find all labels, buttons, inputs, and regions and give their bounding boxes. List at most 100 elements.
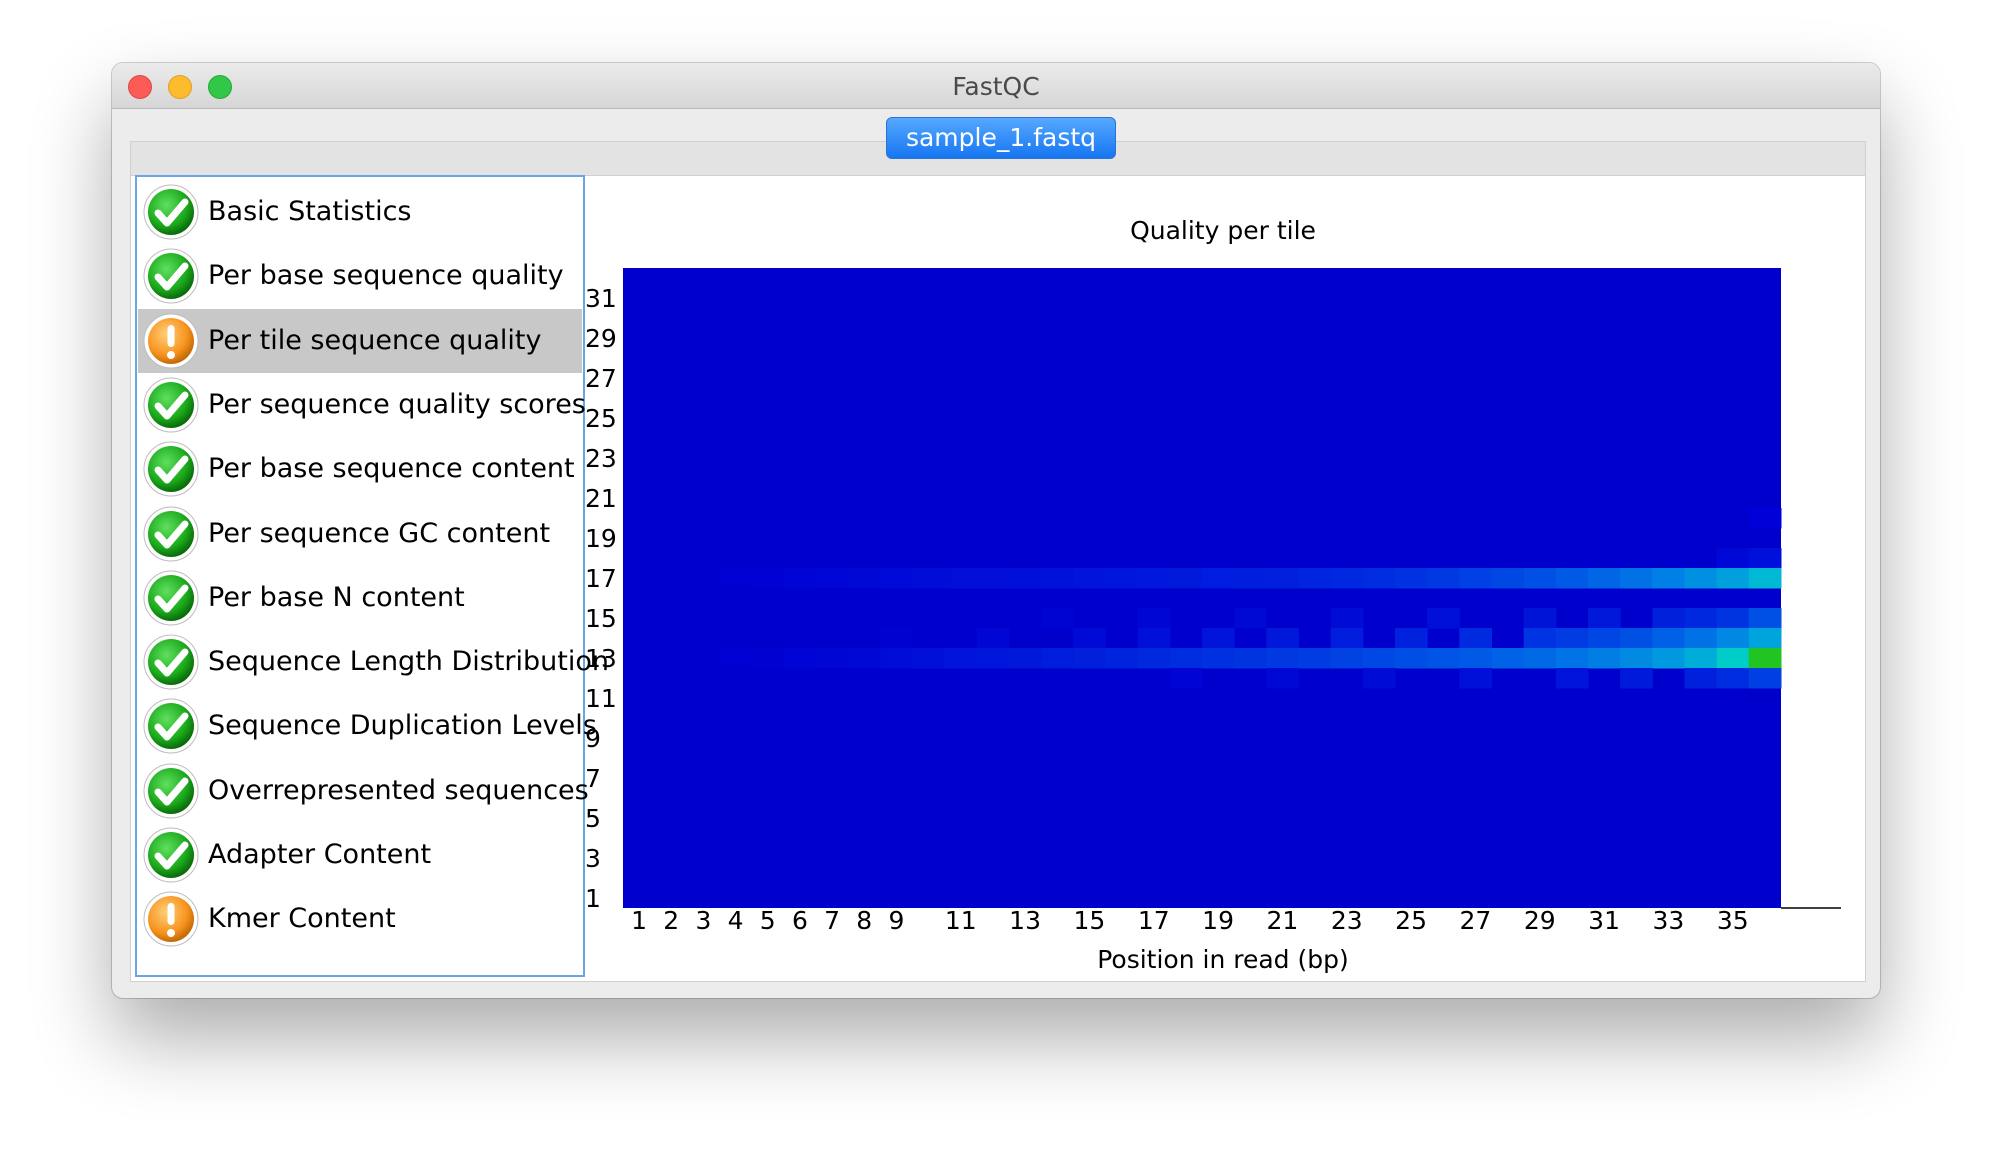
heatmap-cell	[1716, 568, 1750, 589]
check-circle-icon	[142, 826, 200, 884]
heatmap-cell	[848, 568, 881, 589]
heatmap-cell	[1073, 628, 1106, 649]
x-tick-label: 33	[1653, 906, 1685, 935]
heatmap-cell	[1716, 628, 1750, 649]
x-tick-label: 4	[728, 906, 744, 935]
heatmap-cell	[1620, 568, 1653, 589]
module-item[interactable]: Sequence Length Distribution	[138, 630, 609, 694]
heatmap-cell	[1620, 628, 1653, 649]
heatmap-cell	[1588, 628, 1621, 649]
heatmap-cell	[1041, 608, 1074, 629]
heatmap-cell	[912, 648, 946, 669]
module-item[interactable]: Per base sequence content	[138, 437, 582, 501]
window-title: FastQC	[952, 72, 1040, 101]
heatmap-cell	[1266, 668, 1299, 689]
y-tick-label: 5	[585, 804, 601, 833]
heatmap-cell	[1427, 568, 1460, 589]
x-tick-label: 11	[945, 906, 977, 935]
heatmap-cell	[1555, 668, 1589, 689]
heatmap-cell	[1298, 568, 1332, 589]
heatmap-cell	[1234, 568, 1267, 589]
heatmap-cell	[1523, 568, 1557, 589]
heatmap-cell	[1234, 648, 1267, 669]
heatmap-cell	[1009, 568, 1042, 589]
module-item[interactable]: Per sequence GC content	[138, 502, 582, 566]
heatmap-cell	[1748, 568, 1782, 589]
heatmap-cell	[1459, 628, 1492, 649]
module-label: Sequence Length Distribution	[208, 646, 609, 678]
heatmap-cell	[1137, 628, 1171, 649]
heatmap-cell	[1137, 568, 1171, 589]
x-tick-label: 9	[888, 906, 904, 935]
module-item[interactable]: Per sequence quality scores	[138, 373, 586, 437]
x-tick-label: 8	[856, 906, 872, 935]
y-tick-label: 17	[585, 564, 617, 593]
heatmap-cell	[1523, 648, 1557, 669]
module-item[interactable]: Per base sequence quality	[138, 244, 582, 308]
heatmap-cell	[912, 568, 946, 589]
module-item[interactable]: Overrepresented sequences	[138, 759, 589, 823]
heatmap-cell	[1748, 648, 1782, 669]
module-label: Sequence Duplication Levels	[208, 710, 597, 742]
module-item[interactable]: Adapter Content	[138, 823, 582, 887]
module-item[interactable]: Kmer Content	[138, 887, 582, 951]
title-bar[interactable]: FastQC	[112, 63, 1880, 109]
heatmap-cell	[1748, 508, 1782, 529]
heatmap-cell	[1491, 648, 1525, 669]
heatmap-cell	[1748, 668, 1782, 689]
module-item[interactable]: Per base N content	[138, 566, 582, 630]
heatmap-cell	[880, 628, 913, 649]
heatmap-cell	[880, 648, 913, 669]
heatmap-cell	[1362, 568, 1396, 589]
y-tick-label: 3	[585, 844, 601, 873]
x-tick-label: 25	[1395, 906, 1427, 935]
module-label: Per base N content	[208, 581, 465, 613]
heatmap-cell	[1684, 628, 1718, 649]
heatmap-cell	[1491, 568, 1525, 589]
heatmap-cell	[1684, 608, 1718, 629]
x-axis-label: Position in read (bp)	[1097, 945, 1349, 974]
module-label: Per base sequence quality	[208, 260, 564, 292]
heatmap-cell	[1073, 568, 1106, 589]
heatmap-cell	[1202, 568, 1235, 589]
warning-circle-icon	[142, 312, 200, 370]
y-tick-label: 25	[585, 404, 617, 433]
heatmap-cell	[1266, 628, 1299, 649]
module-label: Per tile sequence quality	[208, 324, 542, 356]
heatmap-cell	[944, 568, 978, 589]
module-list[interactable]: Basic Statistics Per base sequence qualit…	[135, 175, 609, 977]
heatmap-cell	[1620, 668, 1653, 689]
x-tick-label: 29	[1524, 906, 1556, 935]
heatmap-cell	[1395, 648, 1428, 669]
heatmap-cell	[1716, 668, 1750, 689]
x-tick-label: 2	[663, 906, 679, 935]
x-tick-label: 19	[1202, 906, 1234, 935]
module-item[interactable]: Basic Statistics	[138, 180, 582, 244]
heatmap-cell	[1652, 648, 1685, 669]
x-tick-label: 6	[792, 906, 808, 935]
tab-sample-1-fastq[interactable]: sample_1.fastq	[886, 117, 1116, 159]
heatmap-cell	[1202, 628, 1235, 649]
fastqc-window: FastQC sample_1.fastq Basic Statistics Pe…	[112, 63, 1880, 998]
y-tick-label: 11	[585, 684, 617, 713]
heatmap-cell	[880, 568, 913, 589]
module-label: Basic Statistics	[208, 196, 412, 227]
heatmap-cell	[1169, 668, 1203, 689]
x-tick-label: 27	[1460, 906, 1492, 935]
x-tick-label: 31	[1588, 906, 1620, 935]
module-item[interactable]: Sequence Duplication Levels	[138, 694, 597, 758]
quality-per-tile-chart: Quality per tilePosition in read (bp)1 2 3…	[585, 216, 1841, 974]
x-tick-label: 13	[1009, 906, 1041, 935]
y-tick-label: 27	[585, 364, 617, 393]
heatmap-cell	[1459, 568, 1492, 589]
check-circle-icon	[142, 505, 200, 563]
heatmap-cell	[1041, 648, 1074, 669]
heatmap-cell	[1137, 608, 1171, 629]
heatmap-cell	[1395, 628, 1428, 649]
module-item[interactable]: Per tile sequence quality	[138, 308, 582, 373]
module-label: Per base sequence content	[208, 453, 575, 485]
check-circle-icon	[142, 440, 200, 498]
heatmap-cell	[1362, 668, 1396, 689]
x-tick-label: 5	[760, 906, 776, 935]
heatmap-cell	[1684, 648, 1718, 669]
